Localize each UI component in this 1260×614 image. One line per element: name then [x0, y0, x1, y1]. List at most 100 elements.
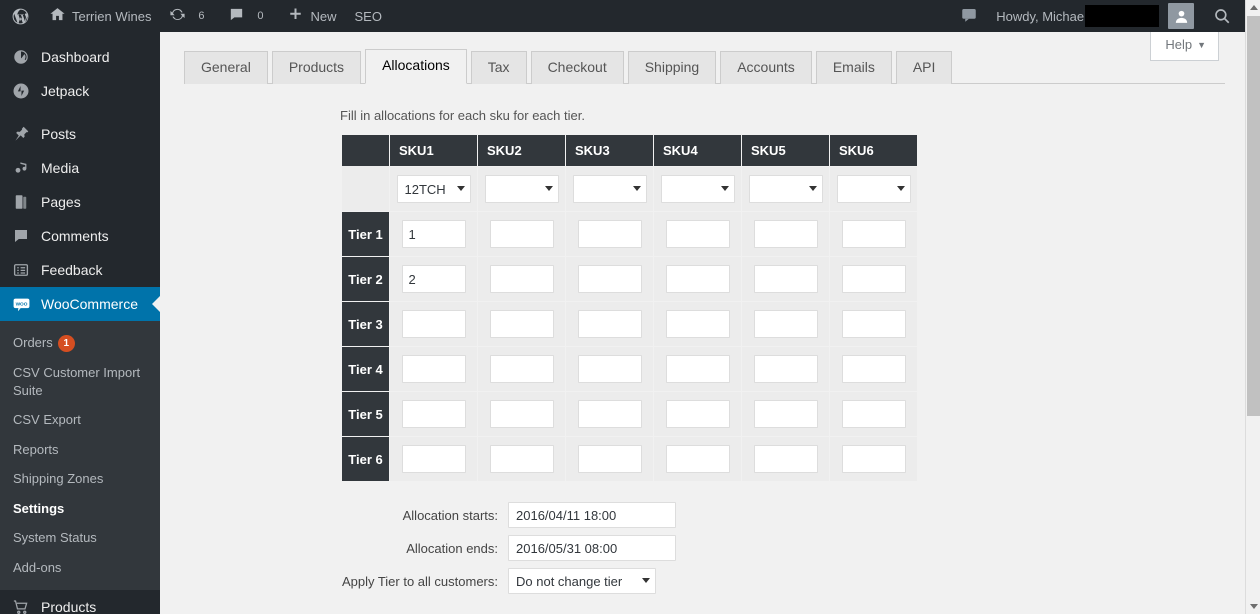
allocation-input-t2-sku2[interactable] — [489, 265, 554, 293]
submenu-item-system-status[interactable]: System Status — [0, 523, 160, 553]
submenu-item-settings[interactable]: Settings — [0, 494, 160, 524]
tab-checkout[interactable]: Checkout — [530, 51, 624, 84]
column-header-sku3: SKU3 — [566, 135, 654, 166]
sku-select-6[interactable] — [836, 175, 911, 203]
wordpress-logo-icon[interactable] — [0, 0, 40, 32]
apply-tier-select[interactable] — [508, 568, 656, 594]
allocation-input-t1-sku6[interactable] — [841, 220, 906, 248]
tab-products[interactable]: Products — [271, 51, 362, 84]
allocation-input-t1-sku5[interactable] — [753, 220, 818, 248]
allocation-input-t3-sku1[interactable] — [401, 310, 466, 338]
submenu-item-csv-customer-import-suite[interactable]: CSV Customer Import Suite — [0, 358, 160, 405]
allocation-input-t1-sku3[interactable] — [577, 220, 642, 248]
allocation-input-t6-sku1[interactable] — [401, 445, 466, 473]
allocation-input-t3-sku3[interactable] — [577, 310, 642, 338]
sidebar-label: Jetpack — [41, 83, 90, 99]
page-description: Fill in allocations for each sku for eac… — [340, 108, 585, 123]
allocation-input-t2-sku3[interactable] — [577, 265, 642, 293]
tab-general[interactable]: General — [184, 51, 268, 84]
allocation-input-t5-sku6[interactable] — [841, 400, 906, 428]
sku-select-2[interactable] — [484, 175, 559, 203]
allocation-input-t5-sku1[interactable] — [401, 400, 466, 428]
submenu-item-orders[interactable]: Orders 1 — [0, 328, 160, 358]
updates-menu[interactable]: 6 — [160, 0, 219, 32]
sidebar-item-woocommerce[interactable]: WOO WooCommerce — [0, 287, 160, 321]
scroll-down-arrow-icon[interactable] — [1246, 599, 1260, 614]
avatar[interactable] — [1159, 0, 1203, 32]
allocation-input-t5-sku4[interactable] — [665, 400, 730, 428]
tab-accounts[interactable]: Accounts — [720, 51, 812, 84]
allocation-input-t3-sku4[interactable] — [665, 310, 730, 338]
table-row: Tier 6 — [342, 436, 918, 481]
allocation-input-t4-sku3[interactable] — [577, 355, 642, 383]
allocation-input-t2-sku6[interactable] — [841, 265, 906, 293]
tab-allocations[interactable]: Allocations — [365, 49, 467, 84]
allocation-input-t6-sku5[interactable] — [753, 445, 818, 473]
woocommerce-icon: WOO — [11, 294, 31, 314]
allocation-input-t2-sku5[interactable] — [753, 265, 818, 293]
allocation-input-t1-sku1[interactable] — [401, 220, 466, 248]
submenu-item-reports[interactable]: Reports — [0, 435, 160, 465]
seo-label: SEO — [354, 8, 382, 24]
allocation-input-t2-sku4[interactable] — [665, 265, 730, 293]
allocation-input-t6-sku2[interactable] — [489, 445, 554, 473]
allocation-input-t5-sku3[interactable] — [577, 400, 642, 428]
allocation-settings-form: Allocation starts: Allocation ends: Appl… — [340, 502, 760, 601]
allocation-input-t4-sku2[interactable] — [489, 355, 554, 383]
allocation-input-t5-sku2[interactable] — [489, 400, 554, 428]
search-icon[interactable] — [1203, 0, 1245, 32]
scroll-up-arrow-icon[interactable] — [1246, 0, 1260, 15]
sidebar-item-posts[interactable]: Posts — [0, 117, 160, 151]
allocation-input-t4-sku5[interactable] — [753, 355, 818, 383]
submenu-item-shipping-zones[interactable]: Shipping Zones — [0, 464, 160, 494]
sku-select-4[interactable] — [660, 175, 735, 203]
comments-menu[interactable]: 0 — [219, 0, 278, 32]
sku-select-1[interactable] — [396, 175, 471, 203]
tab-emails[interactable]: Emails — [815, 51, 892, 84]
allocation-cell — [478, 301, 566, 346]
sidebar-item-media[interactable]: Media — [0, 151, 160, 185]
allocation-input-t6-sku4[interactable] — [665, 445, 730, 473]
scrollbar-thumb[interactable] — [1247, 16, 1260, 416]
allocation-input-t4-sku6[interactable] — [841, 355, 906, 383]
sidebar-item-pages[interactable]: Pages — [0, 185, 160, 219]
sku-select-5[interactable] — [748, 175, 823, 203]
seo-menu[interactable]: SEO — [345, 0, 390, 32]
row-header-tier-5: Tier 5 — [342, 391, 390, 436]
howdy-menu[interactable]: Howdy, Michael — [987, 0, 1087, 32]
allocation-input-t3-sku6[interactable] — [841, 310, 906, 338]
allocation-input-t1-sku4[interactable] — [665, 220, 730, 248]
sku-select-3[interactable] — [572, 175, 647, 203]
allocation-input-t4-sku1[interactable] — [401, 355, 466, 383]
sku-select-wrapper-6 — [836, 175, 911, 203]
tab-shipping[interactable]: Shipping — [627, 51, 717, 84]
sidebar-item-jetpack[interactable]: Jetpack — [0, 74, 160, 108]
allocation-input-t6-sku6[interactable] — [841, 445, 906, 473]
notifications-icon[interactable] — [951, 0, 987, 32]
allocation-starts-input[interactable] — [508, 502, 676, 528]
site-name-menu[interactable]: Terrien Wines — [40, 0, 160, 32]
allocation-cell — [742, 301, 830, 346]
browser-scrollbar[interactable] — [1245, 0, 1260, 614]
allocation-cell — [830, 391, 918, 436]
sidebar-item-feedback[interactable]: Feedback — [0, 253, 160, 287]
submenu-item-csv-export[interactable]: CSV Export — [0, 405, 160, 435]
allocation-input-t3-sku5[interactable] — [753, 310, 818, 338]
apply-tier-row: Apply Tier to all customers: — [340, 568, 760, 594]
sidebar-item-products[interactable]: Products — [0, 590, 160, 614]
allocation-ends-input[interactable] — [508, 535, 676, 561]
tab-tax[interactable]: Tax — [470, 51, 527, 84]
allocation-input-t6-sku3[interactable] — [577, 445, 642, 473]
allocation-input-t1-sku2[interactable] — [489, 220, 554, 248]
allocation-input-t2-sku1[interactable] — [401, 265, 466, 293]
sidebar-item-dashboard[interactable]: Dashboard — [0, 40, 160, 74]
new-content-menu[interactable]: New — [278, 0, 345, 32]
submenu-item-add-ons[interactable]: Add-ons — [0, 553, 160, 583]
allocation-input-t3-sku2[interactable] — [489, 310, 554, 338]
help-toggle-button[interactable]: Help ▼ — [1150, 32, 1219, 61]
allocation-input-t5-sku5[interactable] — [753, 400, 818, 428]
tab-api[interactable]: API — [895, 51, 953, 84]
sidebar-item-comments[interactable]: Comments — [0, 219, 160, 253]
column-header-sku5: SKU5 — [742, 135, 830, 166]
allocation-input-t4-sku4[interactable] — [665, 355, 730, 383]
